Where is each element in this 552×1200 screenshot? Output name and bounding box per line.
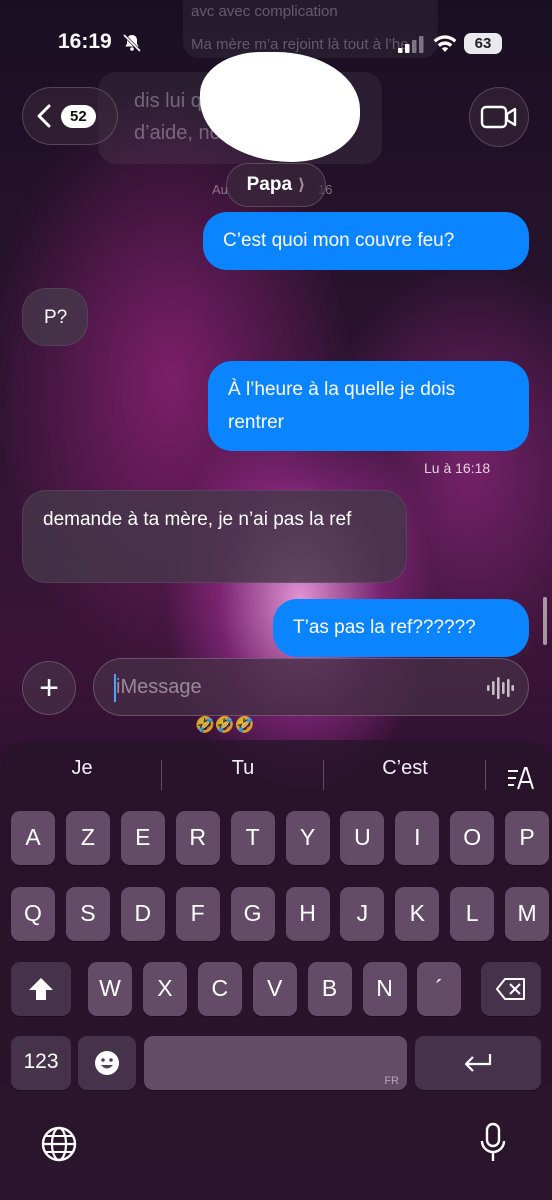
- return-key[interactable]: [415, 1036, 541, 1090]
- battery-indicator: 63: [464, 33, 502, 54]
- suggestion-2[interactable]: Tu: [163, 757, 323, 780]
- key-t[interactable]: T: [230, 811, 275, 865]
- message-bubble-outgoing[interactable]: C’est quoi mon couvre feu?: [203, 212, 529, 270]
- emoji-smiley-icon: [95, 1051, 119, 1075]
- key-y[interactable]: Y: [285, 811, 330, 865]
- scroll-indicator[interactable]: [543, 597, 547, 645]
- add-attachment-button[interactable]: +: [22, 661, 76, 715]
- status-time: 16:19: [58, 30, 112, 53]
- contact-name: Papa: [246, 174, 293, 195]
- chevron-right-icon: ⟩: [298, 177, 306, 194]
- key-w[interactable]: W: [88, 962, 132, 1016]
- key-k[interactable]: K: [395, 887, 440, 941]
- space-bar[interactable]: FR: [144, 1036, 407, 1090]
- writing-tools-icon[interactable]: [506, 765, 534, 791]
- numbers-key[interactable]: 123: [11, 1036, 71, 1090]
- key-u[interactable]: U: [340, 811, 385, 865]
- key-acute-accent[interactable]: ´: [417, 962, 462, 1016]
- key-n[interactable]: N: [362, 962, 407, 1016]
- keyboard-language-label: FR: [384, 1075, 399, 1087]
- key-q[interactable]: Q: [11, 887, 55, 941]
- emoji-key[interactable]: [78, 1036, 136, 1090]
- back-button[interactable]: 52: [22, 87, 118, 145]
- emoji-suggestion: 🤣🤣🤣: [195, 717, 255, 734]
- suggestion-divider: [161, 760, 162, 790]
- key-l[interactable]: L: [450, 887, 495, 941]
- preview-line-1: avc avec complication: [191, 3, 338, 20]
- video-camera-icon: [480, 105, 517, 129]
- key-c[interactable]: C: [197, 962, 242, 1016]
- return-arrow-icon: [464, 1054, 492, 1072]
- key-i[interactable]: I: [395, 811, 440, 865]
- imessage-input[interactable]: [93, 658, 529, 716]
- key-e[interactable]: E: [120, 811, 165, 865]
- message-bubble-incoming[interactable]: demande à ta mère, je n’ai pas la ref: [22, 490, 407, 583]
- key-p[interactable]: P: [505, 811, 550, 865]
- chevron-left-icon: [37, 104, 51, 128]
- key-j[interactable]: J: [340, 887, 385, 941]
- microphone-icon[interactable]: [479, 1122, 507, 1164]
- preview-line-2: Ma mère m’a rejoint là tout à l’he: [191, 36, 409, 53]
- audio-waveform-icon[interactable]: [486, 675, 514, 701]
- key-z[interactable]: Z: [65, 811, 110, 865]
- key-r[interactable]: R: [175, 811, 220, 865]
- key-h[interactable]: H: [285, 887, 330, 941]
- suggestion-divider: [323, 760, 324, 790]
- shift-arrow-icon: [29, 978, 53, 1000]
- key-v[interactable]: V: [252, 962, 297, 1016]
- message-bubble-outgoing[interactable]: T’as pas la ref??????: [273, 599, 529, 657]
- globe-icon[interactable]: [40, 1125, 78, 1163]
- text-cursor: [114, 674, 116, 702]
- read-receipt: Lu à 16:18: [424, 460, 491, 476]
- wifi-icon: [433, 35, 457, 52]
- suggestion-1[interactable]: Je: [2, 757, 162, 780]
- key-b[interactable]: B: [307, 962, 352, 1016]
- bell-slash-icon: [122, 33, 142, 53]
- key-s[interactable]: S: [65, 887, 110, 941]
- suggestion-divider: [485, 760, 486, 790]
- contact-name-button[interactable]: Papa ⟩: [226, 163, 326, 207]
- suggestion-3[interactable]: C’est: [325, 757, 485, 780]
- unread-count-badge: 52: [61, 104, 96, 128]
- key-o[interactable]: O: [450, 811, 495, 865]
- message-bubble-incoming[interactable]: P?: [22, 288, 88, 346]
- delete-key[interactable]: [481, 962, 541, 1016]
- key-m[interactable]: M: [505, 887, 550, 941]
- backspace-icon: [496, 978, 525, 1000]
- key-a[interactable]: A: [11, 811, 55, 865]
- message-bubble-outgoing[interactable]: À l’heure à la quelle je dois rentrer: [208, 361, 529, 451]
- key-x[interactable]: X: [142, 962, 187, 1016]
- key-g[interactable]: G: [230, 887, 275, 941]
- shift-key[interactable]: [11, 962, 71, 1016]
- key-f[interactable]: F: [175, 887, 220, 941]
- facetime-video-button[interactable]: [469, 87, 529, 147]
- key-d[interactable]: D: [120, 887, 165, 941]
- cellular-signal-icon: [398, 36, 424, 53]
